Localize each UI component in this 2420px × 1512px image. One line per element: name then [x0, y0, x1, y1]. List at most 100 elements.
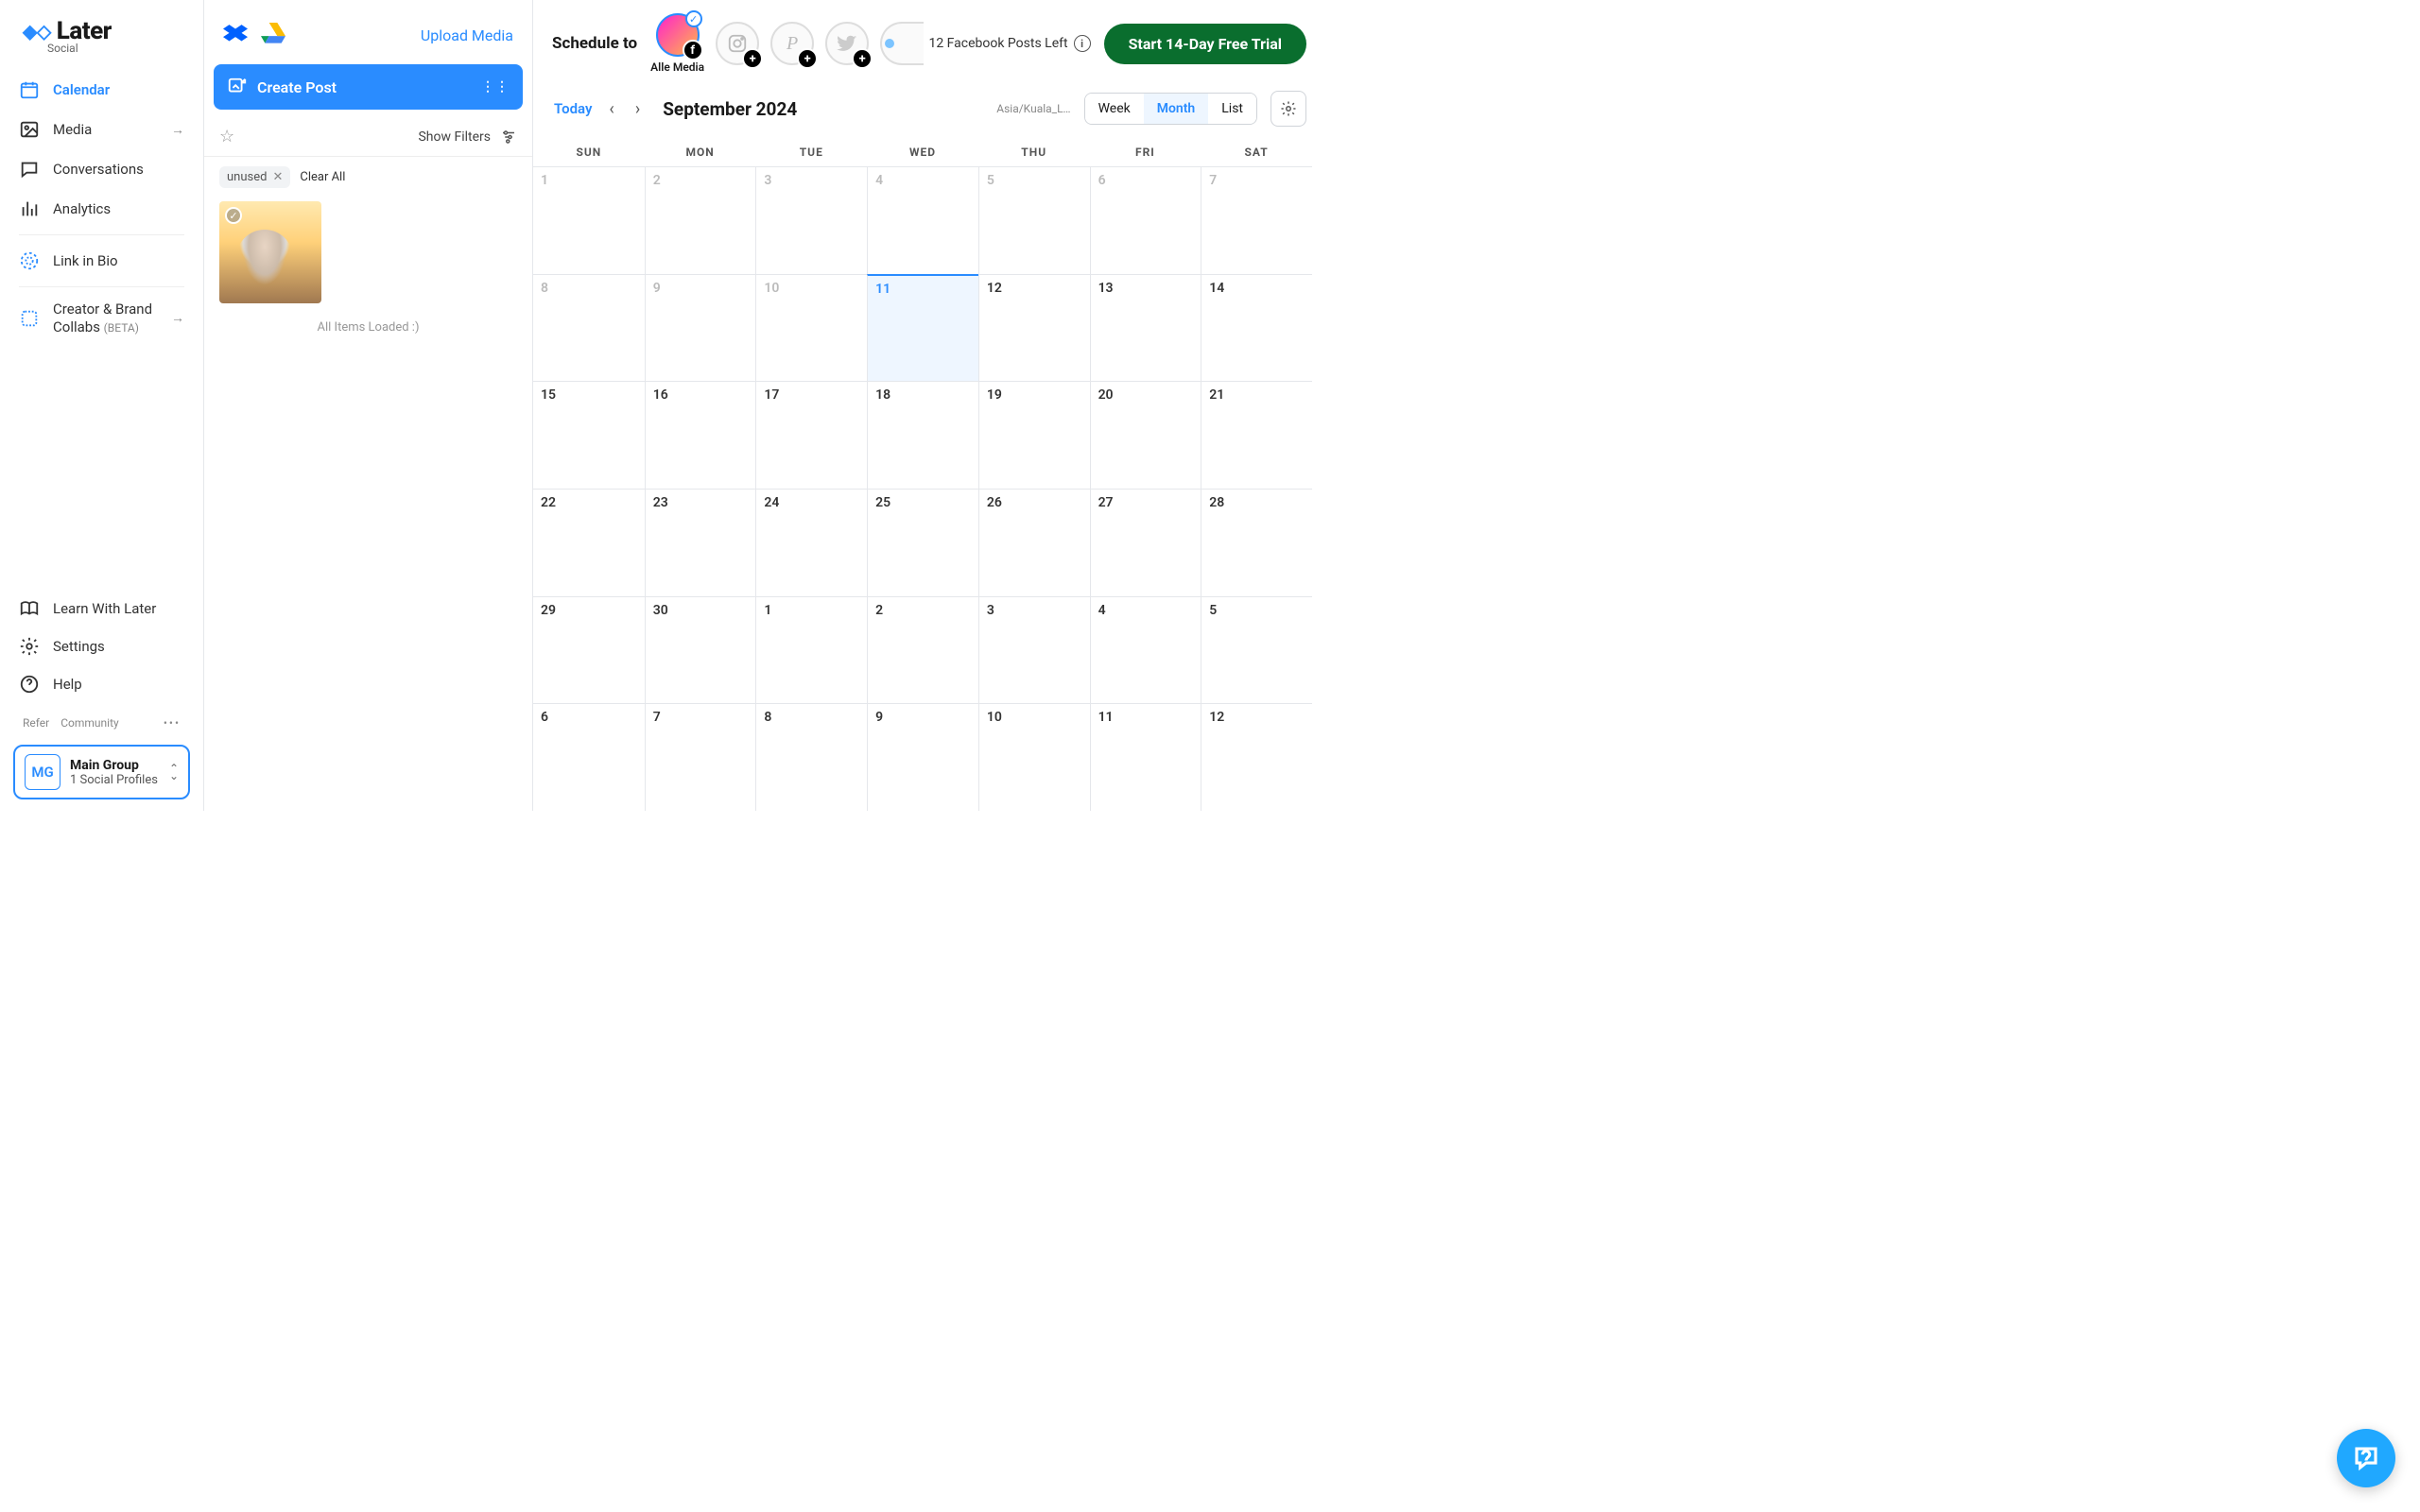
calendar-cell[interactable]: 9 — [645, 274, 756, 382]
day-number: 8 — [541, 281, 637, 296]
close-icon[interactable]: ✕ — [272, 170, 283, 184]
calendar-cell[interactable]: 17 — [755, 381, 867, 489]
add-icon[interactable]: + — [797, 48, 818, 69]
calendar-cell[interactable]: 26 — [978, 489, 1090, 596]
calendar-cell[interactable]: 3 — [978, 596, 1090, 704]
calendar-settings-button[interactable] — [1270, 91, 1306, 127]
sidebar-item-calendar[interactable]: Calendar — [19, 70, 184, 110]
calendar-cell[interactable]: 10 — [755, 274, 867, 382]
calendar-cell[interactable]: 12 — [1201, 703, 1312, 811]
create-post-button[interactable]: Create Post ⋮⋮ — [214, 64, 523, 110]
day-number: 17 — [764, 387, 859, 403]
divider — [19, 234, 184, 235]
community-link[interactable]: Community — [60, 716, 118, 730]
calendar-cell[interactable]: 5 — [978, 166, 1090, 274]
calendar-cell[interactable]: 5 — [1201, 596, 1312, 704]
sidebar-item-linkinbio[interactable]: Link in Bio — [19, 241, 184, 281]
calendar-cell[interactable]: 18 — [867, 381, 978, 489]
profile-instagram[interactable]: + — [716, 22, 759, 65]
sidebar-item-analytics[interactable]: Analytics — [19, 189, 184, 229]
calendar-cell[interactable]: 2 — [867, 596, 978, 704]
calendar-cell[interactable]: 19 — [978, 381, 1090, 489]
sidebar-item-conversations[interactable]: Conversations — [19, 149, 184, 189]
calendar-cell[interactable]: 1 — [533, 166, 645, 274]
add-icon[interactable]: + — [852, 48, 873, 69]
view-month[interactable]: Month — [1144, 94, 1209, 124]
day-number: 26 — [987, 495, 1082, 510]
sidebar-item-settings[interactable]: Settings — [19, 627, 184, 665]
calendar-cell[interactable]: 11 — [1090, 703, 1201, 811]
help-chat-button[interactable] — [2337, 1429, 2395, 1487]
calendar-cell[interactable]: 16 — [645, 381, 756, 489]
clear-all-link[interactable]: Clear All — [300, 170, 345, 184]
media-thumbnail[interactable]: ✓ — [219, 201, 321, 303]
calendar-cell[interactable]: 12 — [978, 274, 1090, 382]
calendar-cell[interactable]: 7 — [1201, 166, 1312, 274]
sidebar-item-label: Conversations — [53, 161, 144, 178]
calendar-cell[interactable]: 6 — [533, 703, 645, 811]
calendar-cell[interactable]: 6 — [1090, 166, 1201, 274]
show-filters-link[interactable]: Show Filters — [418, 129, 491, 145]
calendar-cell[interactable]: 20 — [1090, 381, 1201, 489]
today-button[interactable]: Today — [554, 100, 592, 117]
next-month-button[interactable]: › — [631, 99, 644, 119]
filter-chip[interactable]: unused ✕ — [219, 166, 290, 188]
calendar-cell[interactable]: 29 — [533, 596, 645, 704]
calendar-cell[interactable]: 13 — [1090, 274, 1201, 382]
upload-media-link[interactable]: Upload Media — [421, 26, 513, 44]
calendar-cell[interactable]: 8 — [755, 703, 867, 811]
add-icon[interactable]: + — [742, 48, 763, 69]
calendar-cell[interactable]: 23 — [645, 489, 756, 596]
star-icon[interactable]: ☆ — [219, 127, 234, 146]
select-check-icon[interactable]: ✓ — [225, 207, 242, 224]
day-number: 23 — [653, 495, 749, 510]
calendar-cell[interactable]: 24 — [755, 489, 867, 596]
start-trial-button[interactable]: Start 14-Day Free Trial — [1104, 24, 1306, 64]
calendar-cell[interactable]: 22 — [533, 489, 645, 596]
refer-link[interactable]: Refer — [23, 716, 49, 730]
logo-icon: ◆◇ — [23, 20, 51, 43]
calendar-cell[interactable]: 1 — [755, 596, 867, 704]
calendar-cell[interactable]: 21 — [1201, 381, 1312, 489]
calendar-cell[interactable]: 7 — [645, 703, 756, 811]
sidebar-item-learn[interactable]: Learn With Later — [19, 590, 184, 627]
calendar-cell[interactable]: 25 — [867, 489, 978, 596]
sidebar-item-label: Analytics — [53, 200, 111, 217]
calendar-cell[interactable]: 8 — [533, 274, 645, 382]
sidebar-item-collabs[interactable]: Creator & Brand Collabs (BETA) → — [19, 293, 184, 344]
day-number: 2 — [653, 173, 749, 188]
sidebar-item-help[interactable]: Help — [19, 665, 184, 703]
profile-facebook[interactable]: ✓ f — [656, 13, 700, 57]
calendar-icon — [19, 79, 40, 100]
profile-pinterest[interactable]: P + — [770, 22, 814, 65]
calendar-cell[interactable]: 28 — [1201, 489, 1312, 596]
day-number: 27 — [1098, 495, 1194, 510]
sidebar: ◆◇Later Social Calendar Media → Conversa… — [0, 0, 204, 811]
filter-icon[interactable] — [500, 129, 517, 146]
prev-month-button[interactable]: ‹ — [605, 99, 617, 119]
view-week[interactable]: Week — [1085, 94, 1144, 124]
calendar-cell[interactable]: 14 — [1201, 274, 1312, 382]
calendar-cell[interactable]: 2 — [645, 166, 756, 274]
calendar-cell[interactable]: 30 — [645, 596, 756, 704]
google-drive-icon[interactable] — [261, 23, 285, 47]
sidebar-item-media[interactable]: Media → — [19, 110, 184, 149]
calendar-cell[interactable]: 15 — [533, 381, 645, 489]
timezone-label[interactable]: Asia/Kuala_L… — [996, 102, 1070, 115]
calendar-cell[interactable]: 10 — [978, 703, 1090, 811]
calendar-cell[interactable]: 4 — [1090, 596, 1201, 704]
calendar-cell[interactable]: 9 — [867, 703, 978, 811]
book-icon — [19, 598, 40, 619]
info-icon[interactable]: i — [1074, 35, 1091, 52]
group-switcher[interactable]: MG Main Group 1 Social Profiles ⌃⌄ — [13, 745, 190, 799]
view-list[interactable]: List — [1208, 94, 1256, 124]
calendar-cell[interactable]: 11 — [867, 274, 978, 382]
calendar-cell[interactable]: 3 — [755, 166, 867, 274]
profile-twitter[interactable]: + — [825, 22, 869, 65]
more-icon[interactable]: ••• — [164, 716, 181, 730]
dropbox-icon[interactable] — [223, 23, 248, 47]
logo: ◆◇Later Social — [0, 0, 203, 64]
calendar-cell[interactable]: 4 — [867, 166, 978, 274]
drag-handle-icon[interactable]: ⋮⋮ — [481, 79, 510, 94]
calendar-cell[interactable]: 27 — [1090, 489, 1201, 596]
